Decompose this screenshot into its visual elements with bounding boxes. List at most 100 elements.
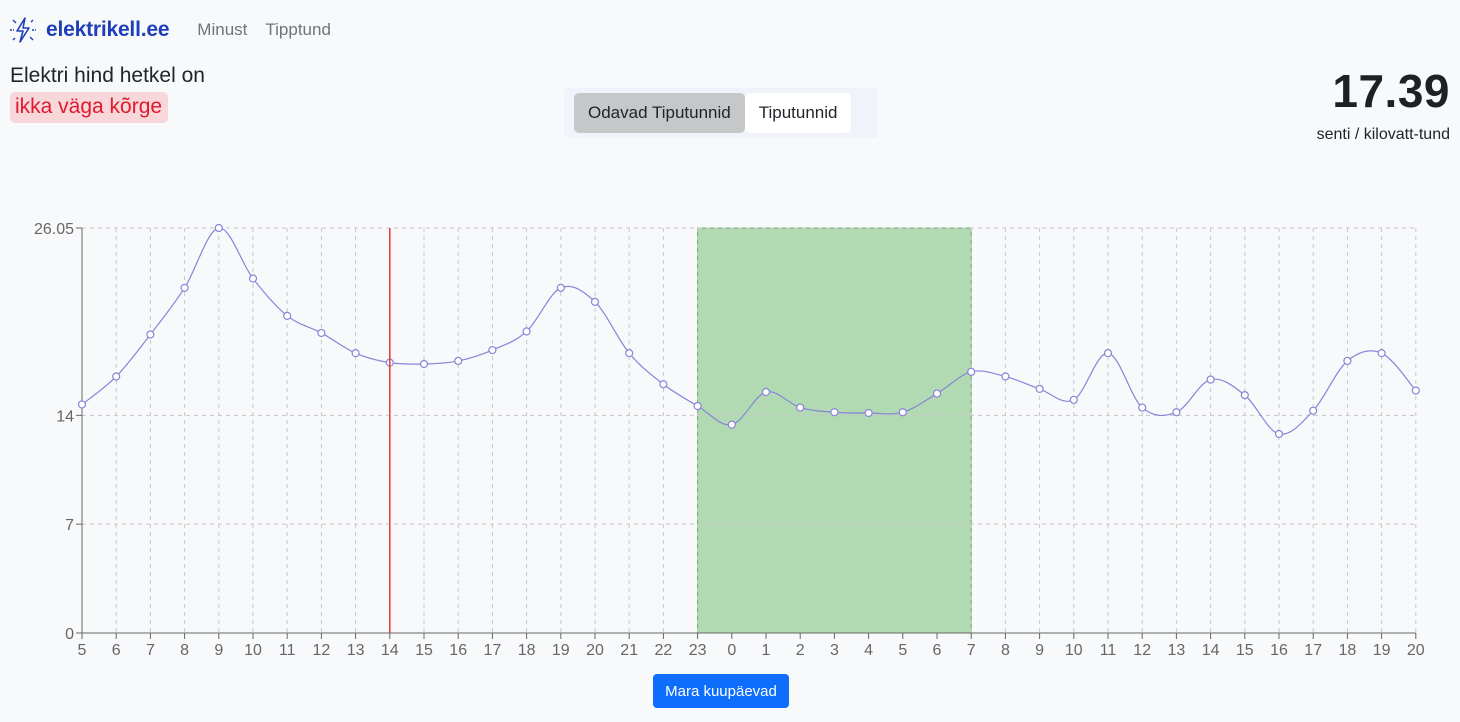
price-point bbox=[214, 223, 223, 233]
x-tick-label: 12 bbox=[313, 642, 331, 659]
current-price: 17.39 senti / kilovatt-tund bbox=[1317, 64, 1450, 144]
price-point bbox=[727, 420, 736, 429]
price-point bbox=[317, 328, 326, 338]
price-point bbox=[796, 403, 805, 412]
price-point bbox=[625, 349, 634, 358]
x-tick-label: 16 bbox=[1270, 642, 1288, 659]
price-point bbox=[1411, 386, 1420, 395]
x-tick-label: 9 bbox=[214, 642, 223, 659]
price-point bbox=[1001, 372, 1010, 381]
x-tick-label: 23 bbox=[689, 642, 707, 659]
y-tick-label: 0 bbox=[65, 626, 74, 643]
x-tick-label: 1 bbox=[762, 642, 771, 659]
price-point bbox=[864, 408, 873, 418]
price-point bbox=[1069, 395, 1078, 404]
price-point bbox=[590, 297, 600, 306]
x-tick-label: 21 bbox=[620, 642, 638, 659]
x-tick-label: 11 bbox=[1100, 642, 1117, 659]
y-tick-label: 7 bbox=[65, 517, 74, 534]
x-tick-label: 10 bbox=[1065, 642, 1083, 659]
y-tick-label: 26.05 bbox=[34, 221, 74, 238]
price-point bbox=[693, 401, 702, 411]
price-point bbox=[830, 408, 839, 417]
navbar: elektrikell.ee Minust Tipptund bbox=[6, 12, 331, 48]
price-status: Elektri hind hetkel on ikka väga kõrge bbox=[10, 64, 205, 123]
x-tick-label: 6 bbox=[112, 642, 121, 659]
price-point bbox=[283, 311, 292, 320]
price-point bbox=[1172, 408, 1181, 417]
select-dates-button[interactable]: Mara kuupäevad bbox=[653, 674, 789, 708]
x-tick-label: 0 bbox=[727, 642, 736, 659]
x-tick-label: 13 bbox=[1168, 642, 1186, 659]
x-tick-label: 14 bbox=[1202, 642, 1220, 659]
x-tick-label: 9 bbox=[1035, 642, 1044, 659]
price-point bbox=[112, 372, 121, 381]
x-tick-label: 8 bbox=[1001, 642, 1010, 659]
price-point bbox=[419, 359, 429, 369]
price-point bbox=[351, 349, 360, 358]
x-tick-label: 5 bbox=[78, 642, 87, 659]
x-tick-label: 15 bbox=[415, 642, 433, 659]
brand-link[interactable]: elektrikell.ee bbox=[6, 13, 169, 47]
x-tick-label: 22 bbox=[655, 642, 673, 659]
price-unit: senti / kilovatt-tund bbox=[1316, 126, 1450, 143]
price-point bbox=[522, 327, 531, 336]
price-value: 17.39 bbox=[1332, 65, 1450, 117]
x-tick-label: 19 bbox=[552, 642, 570, 659]
price-point bbox=[1103, 349, 1113, 358]
x-tick-label: 15 bbox=[1236, 642, 1254, 659]
lightning-logo-icon bbox=[10, 17, 36, 43]
x-tick-label: 6 bbox=[933, 642, 942, 659]
x-tick-label: 11 bbox=[279, 642, 296, 659]
x-tick-label: 18 bbox=[518, 642, 536, 659]
x-tick-label: 14 bbox=[381, 642, 399, 659]
x-tick-label: 7 bbox=[967, 642, 976, 659]
status-badge: ikka väga kõrge bbox=[10, 92, 169, 123]
price-point bbox=[932, 389, 942, 398]
price-point bbox=[967, 367, 976, 376]
price-point bbox=[1343, 356, 1352, 366]
price-chart: 071426.055 6 7 8 9 10 11 12 13 14 15 16 17 18 19 20 21 22… bbox=[34, 221, 1425, 659]
x-tick-label: 20 bbox=[586, 642, 604, 659]
price-point bbox=[180, 283, 189, 292]
price-point bbox=[556, 283, 565, 292]
x-tick-label: 3 bbox=[830, 642, 839, 659]
x-tick-label: 17 bbox=[1304, 642, 1322, 659]
price-point bbox=[659, 380, 668, 389]
price-point bbox=[1309, 406, 1318, 415]
price-point bbox=[1035, 384, 1044, 394]
status-label: Elektri hind hetkel on bbox=[10, 64, 205, 87]
x-tick-label: 18 bbox=[1339, 642, 1357, 659]
price-point bbox=[77, 400, 87, 409]
x-tick-label: 10 bbox=[244, 642, 262, 659]
x-tick-label: 20 bbox=[1407, 642, 1425, 659]
price-point bbox=[761, 387, 771, 397]
x-tick-label: 7 bbox=[146, 642, 155, 659]
nav-link-minust[interactable]: Minust bbox=[197, 20, 247, 40]
x-tick-label: 12 bbox=[1133, 642, 1151, 659]
y-tick-label: 14 bbox=[56, 408, 74, 425]
price-point bbox=[898, 408, 907, 417]
x-tick-label: 4 bbox=[864, 642, 873, 659]
peak-hours-button[interactable]: Tiputunnid bbox=[744, 93, 852, 133]
price-point bbox=[1240, 391, 1249, 400]
peak-hours-toggle: Odavad Tiputunnid Tiputunnid bbox=[564, 88, 878, 138]
price-point bbox=[1377, 349, 1386, 358]
price-point bbox=[1206, 375, 1215, 384]
price-point bbox=[488, 345, 497, 355]
x-tick-label: 8 bbox=[180, 642, 189, 659]
price-point bbox=[146, 330, 155, 339]
price-point bbox=[454, 356, 463, 366]
x-tick-label: 5 bbox=[898, 642, 907, 659]
price-point bbox=[1138, 403, 1147, 412]
brand-name: elektrikell.ee bbox=[46, 18, 170, 41]
x-tick-label: 13 bbox=[347, 642, 365, 659]
x-tick-label: 17 bbox=[484, 642, 502, 659]
nav-link-tipptund[interactable]: Tipptund bbox=[265, 20, 331, 40]
x-tick-label: 16 bbox=[449, 642, 467, 659]
price-point bbox=[248, 274, 258, 283]
cheap-peak-hours-button[interactable]: Odavad Tiputunnid bbox=[574, 93, 745, 133]
x-tick-label: 19 bbox=[1373, 642, 1391, 659]
x-tick-label: 2 bbox=[796, 642, 805, 659]
price-point bbox=[1274, 429, 1284, 439]
